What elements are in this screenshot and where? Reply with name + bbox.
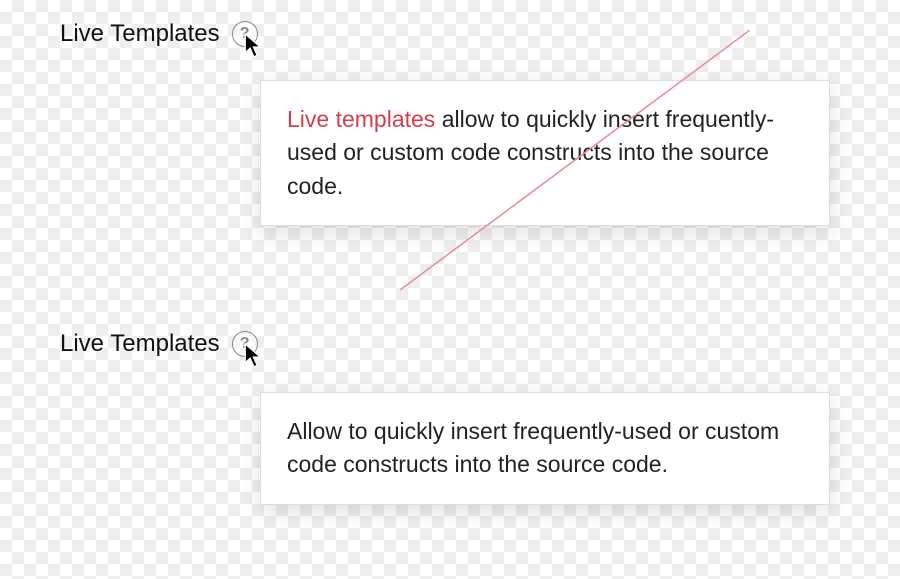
example-good: Live Templates ? [60, 330, 840, 358]
section-title: Live Templates [60, 330, 220, 358]
help-wrap: ? [232, 331, 258, 357]
tooltip-body-text: Allow to quickly insert frequently-used … [287, 418, 779, 477]
help-wrap: ? [232, 21, 258, 47]
example-bad: Live Templates ? [60, 20, 840, 48]
tooltip-good: Allow to quickly insert frequently-used … [260, 392, 830, 505]
title-row: Live Templates ? [60, 330, 840, 358]
title-row: Live Templates ? [60, 20, 840, 48]
section-title: Live Templates [60, 20, 220, 48]
tooltip-redundant-prefix: Live templates [287, 106, 435, 132]
tooltip-bad: Live templates allow to quickly insert f… [260, 80, 830, 226]
cursor-icon [244, 343, 266, 369]
cursor-icon [244, 33, 266, 59]
